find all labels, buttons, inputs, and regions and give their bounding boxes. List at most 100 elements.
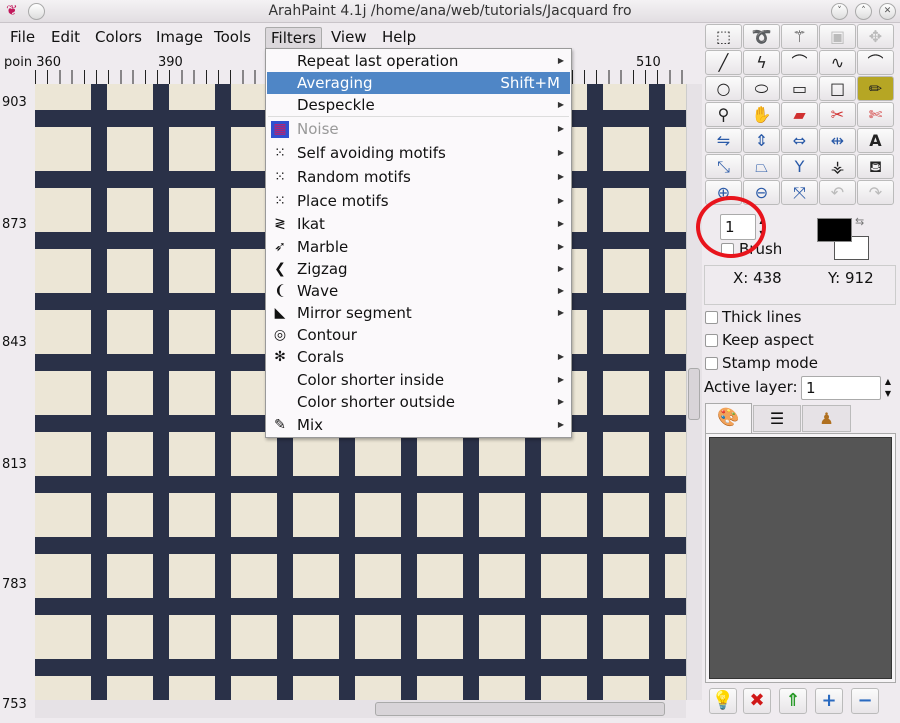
flip-icon: ⇋: [716, 131, 731, 150]
noise-icon: ▦: [271, 121, 289, 138]
cut-dotted-tool-button[interactable]: ✄: [857, 102, 894, 127]
select-rect-tool-button[interactable]: ⬚: [705, 24, 742, 49]
foreground-color-swatch[interactable]: [817, 218, 852, 242]
merge-up-button[interactable]: ⇑: [779, 688, 807, 714]
menu-item-color-shorter-inside[interactable]: Color shorter inside ▶: [267, 369, 570, 391]
menu-item-corals[interactable]: ✻ Corals ▶: [267, 346, 570, 368]
menu-item-marble[interactable]: ➶ Marble ▶: [267, 236, 570, 258]
menu-view[interactable]: View: [326, 27, 372, 49]
pencil-tool-button[interactable]: ✏: [857, 76, 894, 101]
horizontal-scroll-thumb[interactable]: [375, 702, 665, 716]
delete-button[interactable]: ✖: [743, 688, 771, 714]
split-tool-button[interactable]: Y: [781, 154, 818, 179]
eraser-tool-button[interactable]: ▰: [781, 102, 818, 127]
freehand-points-tool-button[interactable]: ∿: [819, 50, 856, 75]
keep-aspect-checkbox[interactable]: [705, 334, 718, 347]
active-layer-label: Active layer:: [704, 378, 798, 396]
menu-item-mirror-segment[interactable]: ◣ Mirror segment ▶: [267, 302, 570, 324]
flip-vertical-icon: ⇕: [754, 131, 769, 150]
undo-tool-button[interactable]: ↶: [819, 180, 856, 205]
menu-item-ikat[interactable]: ≷ Ikat ▶: [267, 213, 570, 235]
menu-item-random-motifs[interactable]: ⁙ Random motifs ▶: [267, 166, 570, 188]
compass-icon: ⚶: [830, 157, 845, 176]
swap-colors-icon[interactable]: ⇆: [855, 215, 864, 228]
resize-tool-button[interactable]: ⤡: [705, 154, 742, 179]
close-button[interactable]: ✕: [879, 3, 896, 20]
bezier-tool-button[interactable]: ⌒: [857, 50, 894, 75]
submenu-arrow-icon: ▶: [557, 264, 564, 273]
text-tool-button[interactable]: A: [857, 128, 894, 153]
color-picker-tool-button[interactable]: ⚲: [705, 102, 742, 127]
menu-item-contour[interactable]: ◎ Contour: [267, 324, 570, 346]
active-layer-spinner[interactable]: ▲ ▼: [881, 376, 895, 400]
submenu-arrow-icon: ▶: [557, 420, 564, 429]
menu-item-place-motifs[interactable]: ⁙ Place motifs ▶: [267, 190, 570, 212]
redo-tool-button[interactable]: ↷: [857, 180, 894, 205]
menu-item-mix[interactable]: ✎ Mix ▶: [267, 414, 570, 436]
active-layer-input[interactable]: 1: [801, 376, 881, 400]
cut-tool-button[interactable]: ✂: [819, 102, 856, 127]
maximize-button[interactable]: ˄: [855, 3, 872, 20]
menu-item-repeat-last-operation[interactable]: Repeat last operation ▶: [267, 50, 570, 72]
curve-tool-button[interactable]: ⌒: [781, 50, 818, 75]
menu-edit[interactable]: Edit: [46, 27, 85, 49]
menu-item-noise[interactable]: ▦ Noise ▶: [267, 118, 570, 140]
mirror-tool-button[interactable]: ⇹: [819, 128, 856, 153]
perspective-tool-button[interactable]: ⏢: [743, 154, 780, 179]
flip-tool-button[interactable]: ⇋: [705, 128, 742, 153]
fit-tool-button[interactable]: ⤧: [781, 180, 818, 205]
menu-item-label: Place motifs: [297, 192, 389, 210]
menu-tools[interactable]: Tools: [209, 27, 256, 49]
menu-item-averaging[interactable]: Averaging Shift+M: [267, 72, 570, 94]
crop-tool-button[interactable]: ▣: [819, 24, 856, 49]
compass-tool-button[interactable]: ⚶: [819, 154, 856, 179]
menu-help[interactable]: Help: [377, 27, 421, 49]
lightbulb-button[interactable]: 💡: [709, 688, 737, 714]
menu-item-self-avoiding-motifs[interactable]: ⁙ Self avoiding motifs ▶: [267, 142, 570, 164]
thick-lines-label: Thick lines: [722, 308, 802, 326]
menu-item-label: Corals: [297, 348, 344, 366]
flip-horizontal-tool-button[interactable]: ⇔: [781, 128, 818, 153]
tab-palette[interactable]: 🎨: [705, 403, 752, 433]
move-tool-button[interactable]: ✥: [857, 24, 894, 49]
pencil-icon: ✏: [868, 79, 883, 98]
menu-item-wave[interactable]: ❨ Wave ▶: [267, 280, 570, 302]
palette-area[interactable]: [709, 437, 892, 679]
rectangle-tool-button[interactable]: ▭: [781, 76, 818, 101]
magic-wand-tool-button[interactable]: ⚚: [781, 24, 818, 49]
fill-tool-button[interactable]: ⛾: [857, 154, 894, 179]
lasso-icon: ➰: [751, 27, 772, 46]
menu-item-color-shorter-outside[interactable]: Color shorter outside ▶: [267, 391, 570, 413]
menu-colors[interactable]: Colors: [90, 27, 147, 49]
bezier-icon: ⌒: [867, 53, 884, 72]
ikat-icon: ≷: [274, 216, 286, 232]
marble-icon: ➶: [274, 239, 286, 255]
menu-item-label: Zigzag: [297, 260, 348, 278]
tab-layers[interactable]: ☰: [753, 405, 801, 432]
circle-tool-button[interactable]: ○: [705, 76, 742, 101]
ruler-label: 390: [158, 55, 183, 70]
add-button[interactable]: +: [815, 688, 843, 714]
flip-vertical-tool-button[interactable]: ⇕: [743, 128, 780, 153]
stamp-mode-checkbox[interactable]: [705, 357, 718, 370]
menu-filters[interactable]: Filters: [265, 27, 322, 49]
vertical-scroll-thumb[interactable]: [688, 368, 700, 420]
menu-item-zigzag[interactable]: ❮ Zigzag ▶: [267, 258, 570, 280]
menu-item-label: Contour: [297, 326, 357, 344]
menu-item-despeckle[interactable]: Despeckle ▶: [267, 94, 570, 116]
polyline-tool-button[interactable]: ϟ: [743, 50, 780, 75]
menu-image[interactable]: Image: [151, 27, 208, 49]
thick-lines-checkbox[interactable]: [705, 311, 718, 324]
square-tool-button[interactable]: □: [819, 76, 856, 101]
line-tool-button[interactable]: ╱: [705, 50, 742, 75]
remove-button[interactable]: −: [851, 688, 879, 714]
lasso-tool-button[interactable]: ➰: [743, 24, 780, 49]
tab-stamp[interactable]: ♟: [802, 405, 851, 432]
split-icon: Y: [794, 157, 805, 176]
smudge-tool-button[interactable]: ✋: [743, 102, 780, 127]
menu-item-label: Ikat: [297, 215, 325, 233]
minimize-button[interactable]: ˅: [831, 3, 848, 20]
flip-horizontal-icon: ⇔: [792, 131, 807, 150]
ellipse-tool-button[interactable]: ⬭: [743, 76, 780, 101]
menu-file[interactable]: File: [5, 27, 40, 49]
